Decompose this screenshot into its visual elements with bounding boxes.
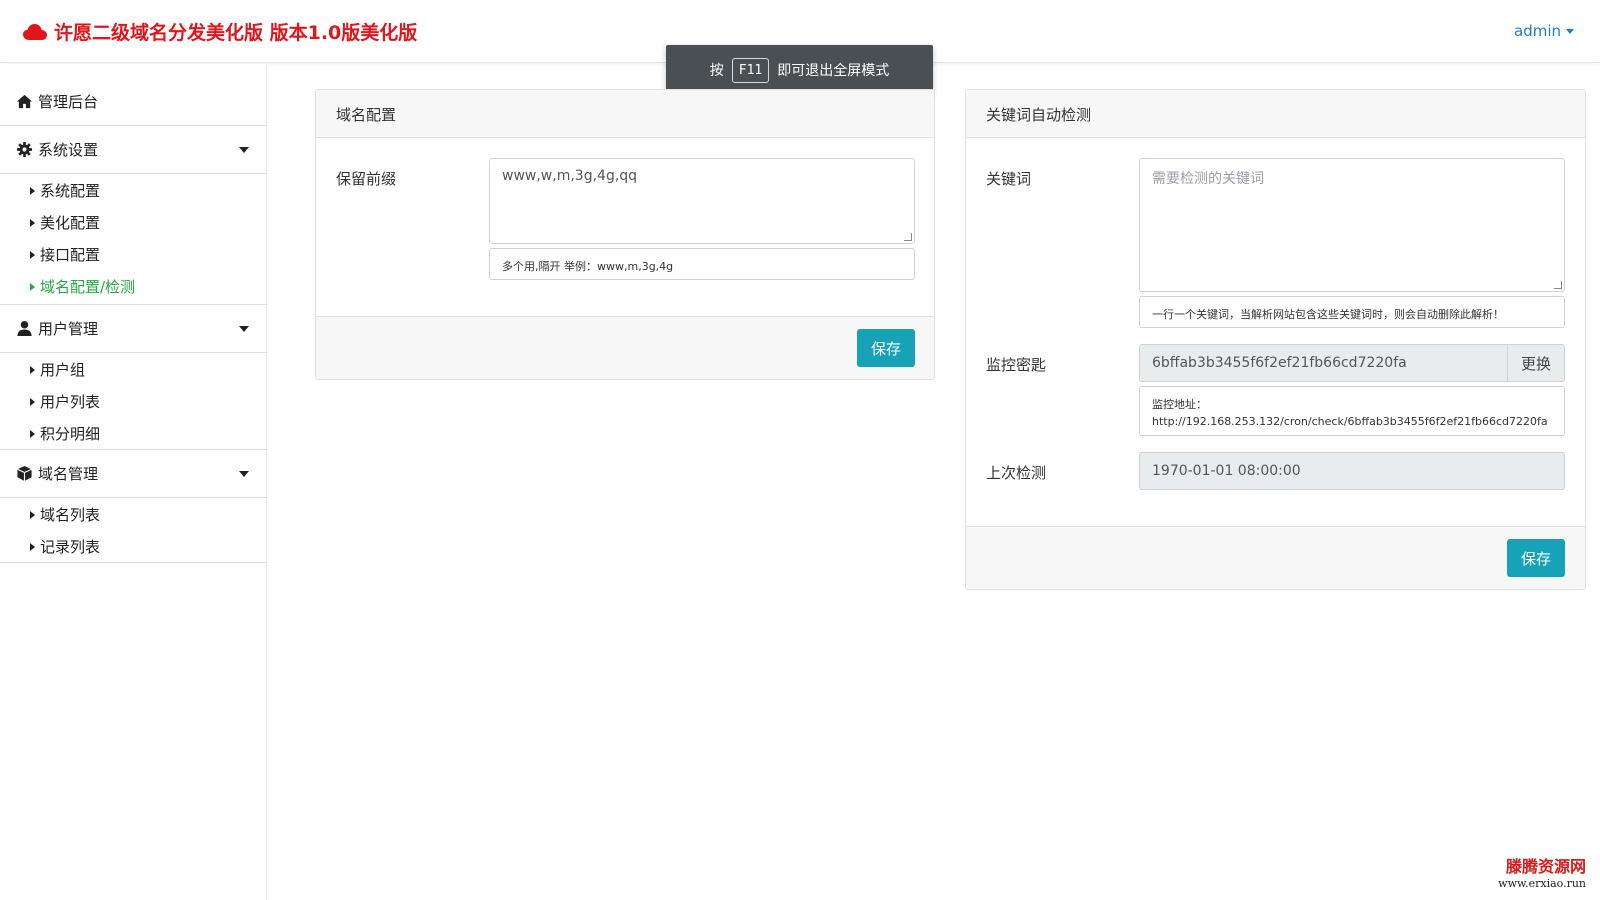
keyword-help: 一行一个关键词，当解析网站包含这些关键词时，则会自动删除此解析！ — [1139, 296, 1565, 328]
user-menu-label: admin — [1514, 22, 1561, 40]
sidebar-item-dashboard[interactable]: 管理后台 — [0, 78, 267, 126]
resize-handle-icon[interactable] — [1554, 281, 1562, 289]
monitor-url-label: 监控地址： — [1152, 398, 1207, 411]
toast-suffix: 即可退出全屏模式 — [777, 63, 890, 79]
change-key-button[interactable]: 更换 — [1507, 344, 1565, 382]
watermark: 滕腾资源网 www.erxiao.run — [1498, 853, 1586, 890]
sidebar-group-label: 域名管理 — [38, 465, 99, 483]
card-footer: 保存 — [316, 316, 934, 379]
caret-right-icon — [30, 282, 35, 291]
last-check-label: 上次检测 — [986, 464, 1047, 482]
sidebar-item-system-config[interactable]: 系统配置 — [30, 180, 100, 201]
monitor-url-help: 监控地址： http://192.168.253.132/cron/check/… — [1139, 386, 1565, 436]
user-icon — [16, 320, 33, 337]
fullscreen-toast: 按 F11 即可退出全屏模式 — [666, 45, 933, 95]
sidebar-group-label: 系统设置 — [38, 141, 99, 159]
monitor-url-value: http://192.168.253.132/cron/check/6bffab… — [1152, 415, 1548, 428]
gear-icon — [16, 141, 33, 158]
home-icon — [16, 93, 33, 110]
caret-right-icon — [30, 365, 35, 374]
keyword-check-card: 关键词自动检测 关键词 需要检测的关键词 一行一个关键词，当解析网站包含这些关键… — [965, 89, 1586, 590]
sidebar-group-user-management[interactable]: 用户管理 — [0, 305, 267, 353]
sidebar-item-user-group[interactable]: 用户组 — [30, 359, 85, 380]
chevron-down-icon — [1566, 28, 1574, 34]
save-button[interactable]: 保存 — [857, 329, 915, 367]
divider — [0, 562, 267, 563]
keyword-textarea[interactable]: 需要检测的关键词 — [1139, 158, 1565, 292]
toast-key: F11 — [731, 57, 770, 83]
reserved-prefix-help: 多个用,隔开 举例：www,m,3g,4g — [489, 248, 915, 280]
card-title: 域名配置 — [316, 90, 934, 138]
caret-right-icon — [30, 186, 35, 195]
domain-config-card: 域名配置 保留前缀 www,w,m,3g,4g,qq 多个用,隔开 举例：www… — [315, 89, 935, 380]
cube-icon — [16, 465, 33, 482]
card-footer: 保存 — [966, 526, 1585, 589]
reserved-prefix-value: www,w,m,3g,4g,qq — [502, 168, 638, 184]
brand[interactable]: 许愿二级域名分发美化版 版本1.0版美化版 — [22, 18, 417, 45]
user-menu[interactable]: admin — [1514, 22, 1574, 40]
sidebar-item-record-list[interactable]: 记录列表 — [30, 536, 100, 557]
toast-prefix: 按 — [709, 63, 724, 79]
sidebar-item-label: 用户列表 — [40, 393, 101, 411]
sidebar-item-label: 系统配置 — [40, 182, 101, 200]
sidebar-item-points-detail[interactable]: 积分明细 — [30, 423, 100, 444]
sidebar-item-label: 域名列表 — [40, 506, 101, 524]
reserved-prefix-label: 保留前缀 — [336, 170, 397, 188]
sidebar-group-label: 用户管理 — [38, 320, 99, 338]
sidebar-item-label: 美化配置 — [40, 214, 101, 232]
sidebar-item-label: 积分明细 — [40, 425, 101, 443]
last-check-input[interactable]: 1970-01-01 08:00:00 — [1139, 452, 1565, 490]
watermark-url: www.erxiao.run — [1498, 877, 1586, 890]
sidebar-item-domain-list[interactable]: 域名列表 — [30, 504, 100, 525]
sidebar-item-label: 用户组 — [40, 361, 86, 379]
caret-down-icon — [239, 471, 249, 477]
caret-right-icon — [30, 397, 35, 406]
monitor-key-label: 监控密匙 — [986, 356, 1047, 374]
watermark-title: 滕腾资源网 — [1505, 857, 1586, 876]
keyword-placeholder: 需要检测的关键词 — [1152, 171, 1264, 187]
sidebar-item-label: 域名配置/检测 — [40, 278, 136, 296]
sidebar-item-label: 管理后台 — [38, 93, 99, 111]
sidebar-item-label: 记录列表 — [40, 538, 101, 556]
caret-right-icon — [30, 250, 35, 259]
reserved-prefix-textarea[interactable]: www,w,m,3g,4g,qq — [489, 158, 915, 244]
keyword-label: 关键词 — [986, 170, 1032, 188]
sidebar-item-domain-config-check[interactable]: 域名配置/检测 — [30, 276, 135, 297]
sidebar-item-beautify-config[interactable]: 美化配置 — [30, 212, 100, 233]
monitor-key-input[interactable]: 6bffab3b3455f6f2ef21fb66cd7220fa — [1139, 344, 1508, 382]
sidebar-group-system-settings[interactable]: 系统设置 — [0, 126, 267, 174]
resize-handle-icon[interactable] — [904, 233, 912, 241]
sidebar-item-label: 接口配置 — [40, 246, 101, 264]
sidebar: 管理后台 系统设置 系统配置 美化配置 接口配置 域名配置/检测 用户管理 用户… — [0, 64, 267, 900]
sidebar-item-api-config[interactable]: 接口配置 — [30, 244, 100, 265]
caret-down-icon — [239, 147, 249, 153]
sidebar-item-user-list[interactable]: 用户列表 — [30, 391, 100, 412]
cloud-icon — [23, 23, 47, 40]
caret-right-icon — [30, 429, 35, 438]
caret-right-icon — [30, 542, 35, 551]
sidebar-group-domain-management[interactable]: 域名管理 — [0, 450, 267, 498]
brand-title: 许愿二级域名分发美化版 版本1.0版美化版 — [54, 22, 418, 44]
save-button[interactable]: 保存 — [1507, 539, 1565, 577]
caret-right-icon — [30, 510, 35, 519]
card-title: 关键词自动检测 — [966, 90, 1585, 138]
caret-right-icon — [30, 218, 35, 227]
caret-down-icon — [239, 326, 249, 332]
